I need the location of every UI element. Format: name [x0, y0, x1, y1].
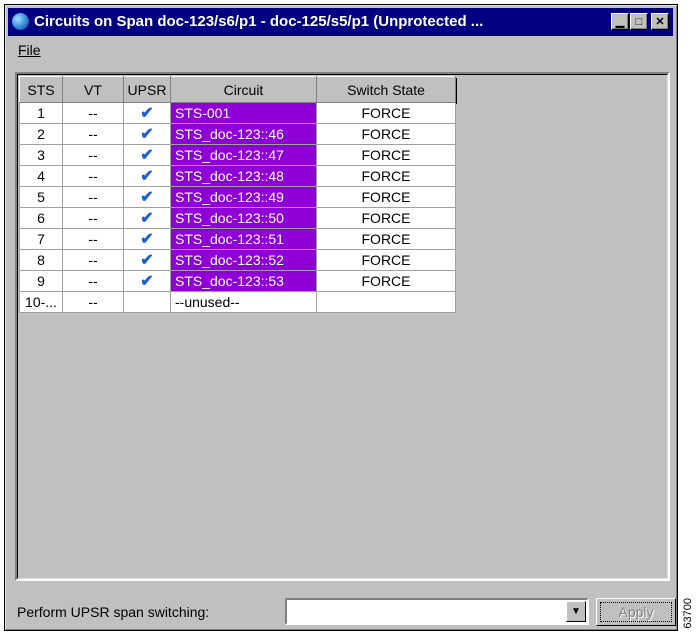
circuits-table-panel: STS VT UPSR Circuit Switch State 1 -- ✔ …: [15, 72, 670, 581]
table-row[interactable]: 2 -- ✔ STS_doc-123::46 FORCE: [19, 123, 456, 145]
checkmark-icon: ✔: [140, 147, 154, 164]
close-button[interactable]: ✕: [651, 13, 669, 30]
column-header-vt[interactable]: VT: [62, 76, 124, 103]
cell-sts[interactable]: 1: [19, 102, 63, 124]
checkmark-icon: ✔: [140, 252, 154, 269]
chevron-down-icon[interactable]: ▼: [566, 601, 586, 622]
cell-switch-state[interactable]: FORCE: [316, 165, 456, 187]
circuits-window: Circuits on Span doc-123/s6/p1 - doc-125…: [4, 4, 678, 631]
cell-circuit[interactable]: --unused--: [170, 291, 317, 313]
cell-switch-state[interactable]: FORCE: [316, 144, 456, 166]
window-title: Circuits on Span doc-123/s6/p1 - doc-125…: [34, 13, 484, 30]
table-row[interactable]: 8 -- ✔ STS_doc-123::52 FORCE: [19, 249, 456, 271]
cell-vt[interactable]: --: [62, 228, 124, 250]
title-bar[interactable]: Circuits on Span doc-123/s6/p1 - doc-125…: [8, 8, 673, 36]
table-row[interactable]: 5 -- ✔ STS_doc-123::49 FORCE: [19, 186, 456, 208]
cell-circuit[interactable]: STS-001: [170, 102, 317, 124]
cell-switch-state[interactable]: [316, 291, 456, 313]
cell-upsr[interactable]: ✔: [123, 249, 171, 271]
cell-vt[interactable]: --: [62, 123, 124, 145]
cell-vt[interactable]: --: [62, 270, 124, 292]
cell-upsr[interactable]: ✔: [123, 207, 171, 229]
cell-upsr[interactable]: ✔: [123, 186, 171, 208]
table-row[interactable]: 10-... -- --unused--: [19, 291, 456, 313]
cell-sts[interactable]: 6: [19, 207, 63, 229]
upsr-switching-label: Perform UPSR span switching:: [17, 604, 210, 620]
cell-vt[interactable]: --: [62, 165, 124, 187]
cell-sts[interactable]: 5: [19, 186, 63, 208]
cell-switch-state[interactable]: FORCE: [316, 207, 456, 229]
table-row[interactable]: 9 -- ✔ STS_doc-123::53 FORCE: [19, 270, 456, 292]
column-header-circuit[interactable]: Circuit: [170, 76, 317, 103]
cell-vt[interactable]: --: [62, 144, 124, 166]
table-row[interactable]: 4 -- ✔ STS_doc-123::48 FORCE: [19, 165, 456, 187]
cell-vt[interactable]: --: [62, 249, 124, 271]
cell-upsr[interactable]: ✔: [123, 228, 171, 250]
checkmark-icon: ✔: [140, 168, 154, 185]
checkmark-icon: ✔: [140, 231, 154, 248]
cell-sts[interactable]: 8: [19, 249, 63, 271]
upsr-switching-select[interactable]: ▼: [285, 598, 589, 625]
menu-file-label: File: [18, 42, 41, 58]
cell-vt[interactable]: --: [62, 207, 124, 229]
table-row[interactable]: 3 -- ✔ STS_doc-123::47 FORCE: [19, 144, 456, 166]
cell-sts[interactable]: 3: [19, 144, 63, 166]
cell-circuit[interactable]: STS_doc-123::47: [170, 144, 317, 166]
checkmark-icon: ✔: [140, 126, 154, 143]
focus-outline: [600, 602, 672, 622]
apply-button[interactable]: Apply: [596, 598, 676, 626]
table-header-row: STS VT UPSR Circuit Switch State: [19, 76, 456, 103]
column-header-upsr[interactable]: UPSR: [123, 76, 171, 103]
cell-vt[interactable]: --: [62, 186, 124, 208]
minimize-button[interactable]: ▁: [611, 13, 629, 30]
cell-upsr[interactable]: [123, 291, 171, 313]
circuits-table: STS VT UPSR Circuit Switch State 1 -- ✔ …: [19, 76, 456, 313]
cell-vt[interactable]: --: [62, 291, 124, 313]
cell-switch-state[interactable]: FORCE: [316, 270, 456, 292]
cell-sts[interactable]: 9: [19, 270, 63, 292]
menu-bar: File: [8, 38, 673, 62]
checkmark-icon: ✔: [140, 105, 154, 122]
cell-circuit[interactable]: STS_doc-123::51: [170, 228, 317, 250]
cell-upsr[interactable]: ✔: [123, 102, 171, 124]
cell-sts[interactable]: 4: [19, 165, 63, 187]
checkmark-icon: ✔: [140, 210, 154, 227]
cell-circuit[interactable]: STS_doc-123::48: [170, 165, 317, 187]
cell-circuit[interactable]: STS_doc-123::53: [170, 270, 317, 292]
cell-upsr[interactable]: ✔: [123, 123, 171, 145]
cell-circuit[interactable]: STS_doc-123::52: [170, 249, 317, 271]
cell-upsr[interactable]: ✔: [123, 270, 171, 292]
cell-switch-state[interactable]: FORCE: [316, 249, 456, 271]
cell-sts[interactable]: 2: [19, 123, 63, 145]
table-row[interactable]: 7 -- ✔ STS_doc-123::51 FORCE: [19, 228, 456, 250]
table-row[interactable]: 1 -- ✔ STS-001 FORCE: [19, 102, 456, 124]
cell-switch-state[interactable]: FORCE: [316, 228, 456, 250]
figure-id: 63700: [682, 598, 694, 629]
cell-switch-state[interactable]: FORCE: [316, 102, 456, 124]
menu-file[interactable]: File: [18, 42, 41, 58]
cell-switch-state[interactable]: FORCE: [316, 123, 456, 145]
maximize-button[interactable]: □: [630, 13, 648, 30]
cell-upsr[interactable]: ✔: [123, 144, 171, 166]
cell-circuit[interactable]: STS_doc-123::46: [170, 123, 317, 145]
table-row[interactable]: 6 -- ✔ STS_doc-123::50 FORCE: [19, 207, 456, 229]
cell-sts[interactable]: 7: [19, 228, 63, 250]
column-header-switch-state[interactable]: Switch State: [316, 76, 456, 103]
cell-switch-state[interactable]: FORCE: [316, 186, 456, 208]
column-header-sts[interactable]: STS: [19, 76, 63, 103]
cell-vt[interactable]: --: [62, 102, 124, 124]
globe-icon: [12, 13, 29, 30]
checkmark-icon: ✔: [140, 189, 154, 206]
cell-circuit[interactable]: STS_doc-123::49: [170, 186, 317, 208]
cell-upsr[interactable]: ✔: [123, 165, 171, 187]
cell-sts[interactable]: 10-...: [19, 291, 63, 313]
checkmark-icon: ✔: [140, 273, 154, 290]
cell-circuit[interactable]: STS_doc-123::50: [170, 207, 317, 229]
